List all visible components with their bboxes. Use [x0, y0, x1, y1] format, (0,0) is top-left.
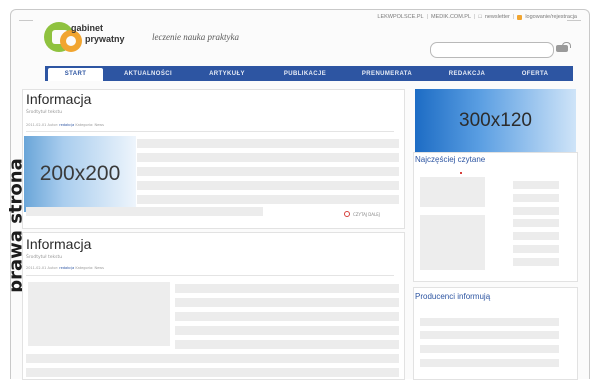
text-line-placeholder: [175, 298, 399, 307]
text-line-placeholder: [175, 284, 399, 293]
text-line-placeholder: [26, 207, 263, 216]
text-line-placeholder: [137, 167, 399, 176]
text-line-placeholder: [175, 326, 399, 335]
site-logo[interactable]: gabinet prywatny: [44, 20, 125, 56]
producers-title: Producenci informują: [415, 292, 491, 301]
nav-item-oferta[interactable]: OFERTA: [515, 71, 555, 77]
article-meta: 2011-02-01 Autor: redakcja Kategoria: Ne…: [26, 123, 104, 127]
top-link-separator: |: [474, 14, 476, 20]
article-meta-author-link[interactable]: redakcja: [59, 123, 74, 127]
image-placeholder-200x200[interactable]: 200x200: [24, 136, 136, 212]
nav-item-redakcja[interactable]: REDAKCJA: [443, 71, 491, 77]
main-nav: START AKTUALNOŚCI ARTYKUŁY PUBLIKACJE PR…: [45, 66, 573, 81]
thumbnail-placeholder: [420, 215, 485, 270]
text-line-placeholder: [26, 354, 399, 363]
newsletter-icon: □: [478, 14, 482, 20]
article-meta-category: Kategoria: News: [75, 123, 104, 127]
nav-item-artykuly[interactable]: ARTYKUŁY: [201, 71, 253, 77]
article-divider: [26, 131, 394, 132]
nav-item-prenumerata[interactable]: PRENUMERATA: [354, 71, 420, 77]
article-meta-category: Kategoria: News: [75, 266, 104, 270]
text-line-placeholder: [513, 258, 559, 266]
text-line-placeholder: [420, 359, 559, 367]
thumbnail-placeholder: [420, 177, 485, 207]
top-link-separator: |: [426, 14, 428, 20]
read-more-icon: [344, 211, 350, 217]
site-tagline: leczenie nauka praktyka: [152, 32, 239, 42]
most-read-title: Najczęściej czytane: [415, 155, 486, 164]
article-title[interactable]: Informacja: [26, 236, 91, 252]
text-line-placeholder: [137, 181, 399, 190]
text-line-placeholder: [420, 318, 559, 326]
article-title[interactable]: Informacja: [26, 91, 91, 107]
text-line-placeholder: [420, 345, 559, 353]
logo-word-2: prywatny: [85, 34, 125, 44]
logo-p-cutout: [66, 36, 76, 46]
article-meta-author-link[interactable]: redakcja: [59, 266, 74, 270]
text-line-placeholder: [513, 219, 559, 227]
nav-item-publikacje[interactable]: PUBLIKACJE: [276, 71, 334, 77]
article-subtitle: Środtytuł tekstu: [26, 110, 63, 115]
most-read-red-mark: [460, 172, 462, 174]
frame-notch-left: [19, 20, 33, 21]
logo-word-1: gabinet: [71, 23, 104, 33]
frame-notch-right: [567, 20, 581, 21]
top-link-medik[interactable]: MEDIK.COM.PL: [431, 14, 471, 20]
article-meta-date: 2011-02-01 Autor:: [26, 123, 59, 127]
search-icon-top: [562, 42, 571, 48]
top-link-separator: |: [512, 14, 515, 20]
text-line-placeholder: [175, 312, 399, 321]
read-more-label: CZYTAJ DALEJ: [353, 211, 380, 217]
top-link-login[interactable]: logowanie/rejestracja: [525, 14, 577, 20]
article-divider: [26, 275, 394, 276]
image-placeholder: [28, 282, 170, 346]
text-line-placeholder: [513, 232, 559, 240]
text-line-placeholder: [26, 368, 399, 377]
top-link-newsletter[interactable]: newsletter: [485, 14, 510, 20]
text-line-placeholder: [175, 340, 399, 349]
read-more-link[interactable]: CZYTAJ DALEJ: [344, 211, 380, 217]
nav-item-start[interactable]: START: [48, 68, 103, 81]
text-line-placeholder: [420, 331, 559, 339]
nav-item-aktualnosci[interactable]: AKTUALNOŚCI: [117, 71, 179, 77]
article-subtitle: Środtytuł tekstu: [26, 255, 63, 260]
text-line-placeholder: [137, 195, 399, 204]
banner-placeholder-300x120[interactable]: 300x120: [415, 89, 576, 152]
search-input[interactable]: [430, 42, 554, 58]
lock-icon: [517, 14, 523, 20]
text-line-placeholder: [513, 245, 559, 253]
text-line-placeholder: [513, 181, 559, 189]
top-links: LEKWPOLSCE.PL | MEDIK.COM.PL | □ newslet…: [377, 14, 577, 20]
article-meta: 2011-02-01 Autor: redakcja Kategoria: Ne…: [26, 266, 104, 270]
search-icon[interactable]: [556, 42, 572, 53]
article-meta-date: 2011-02-01 Autor:: [26, 266, 59, 270]
text-line-placeholder: [137, 139, 399, 148]
text-line-placeholder: [513, 207, 559, 215]
text-line-placeholder: [513, 194, 559, 202]
top-link-lekwpolsce[interactable]: LEKWPOLSCE.PL: [377, 14, 423, 20]
text-line-placeholder: [137, 153, 399, 162]
